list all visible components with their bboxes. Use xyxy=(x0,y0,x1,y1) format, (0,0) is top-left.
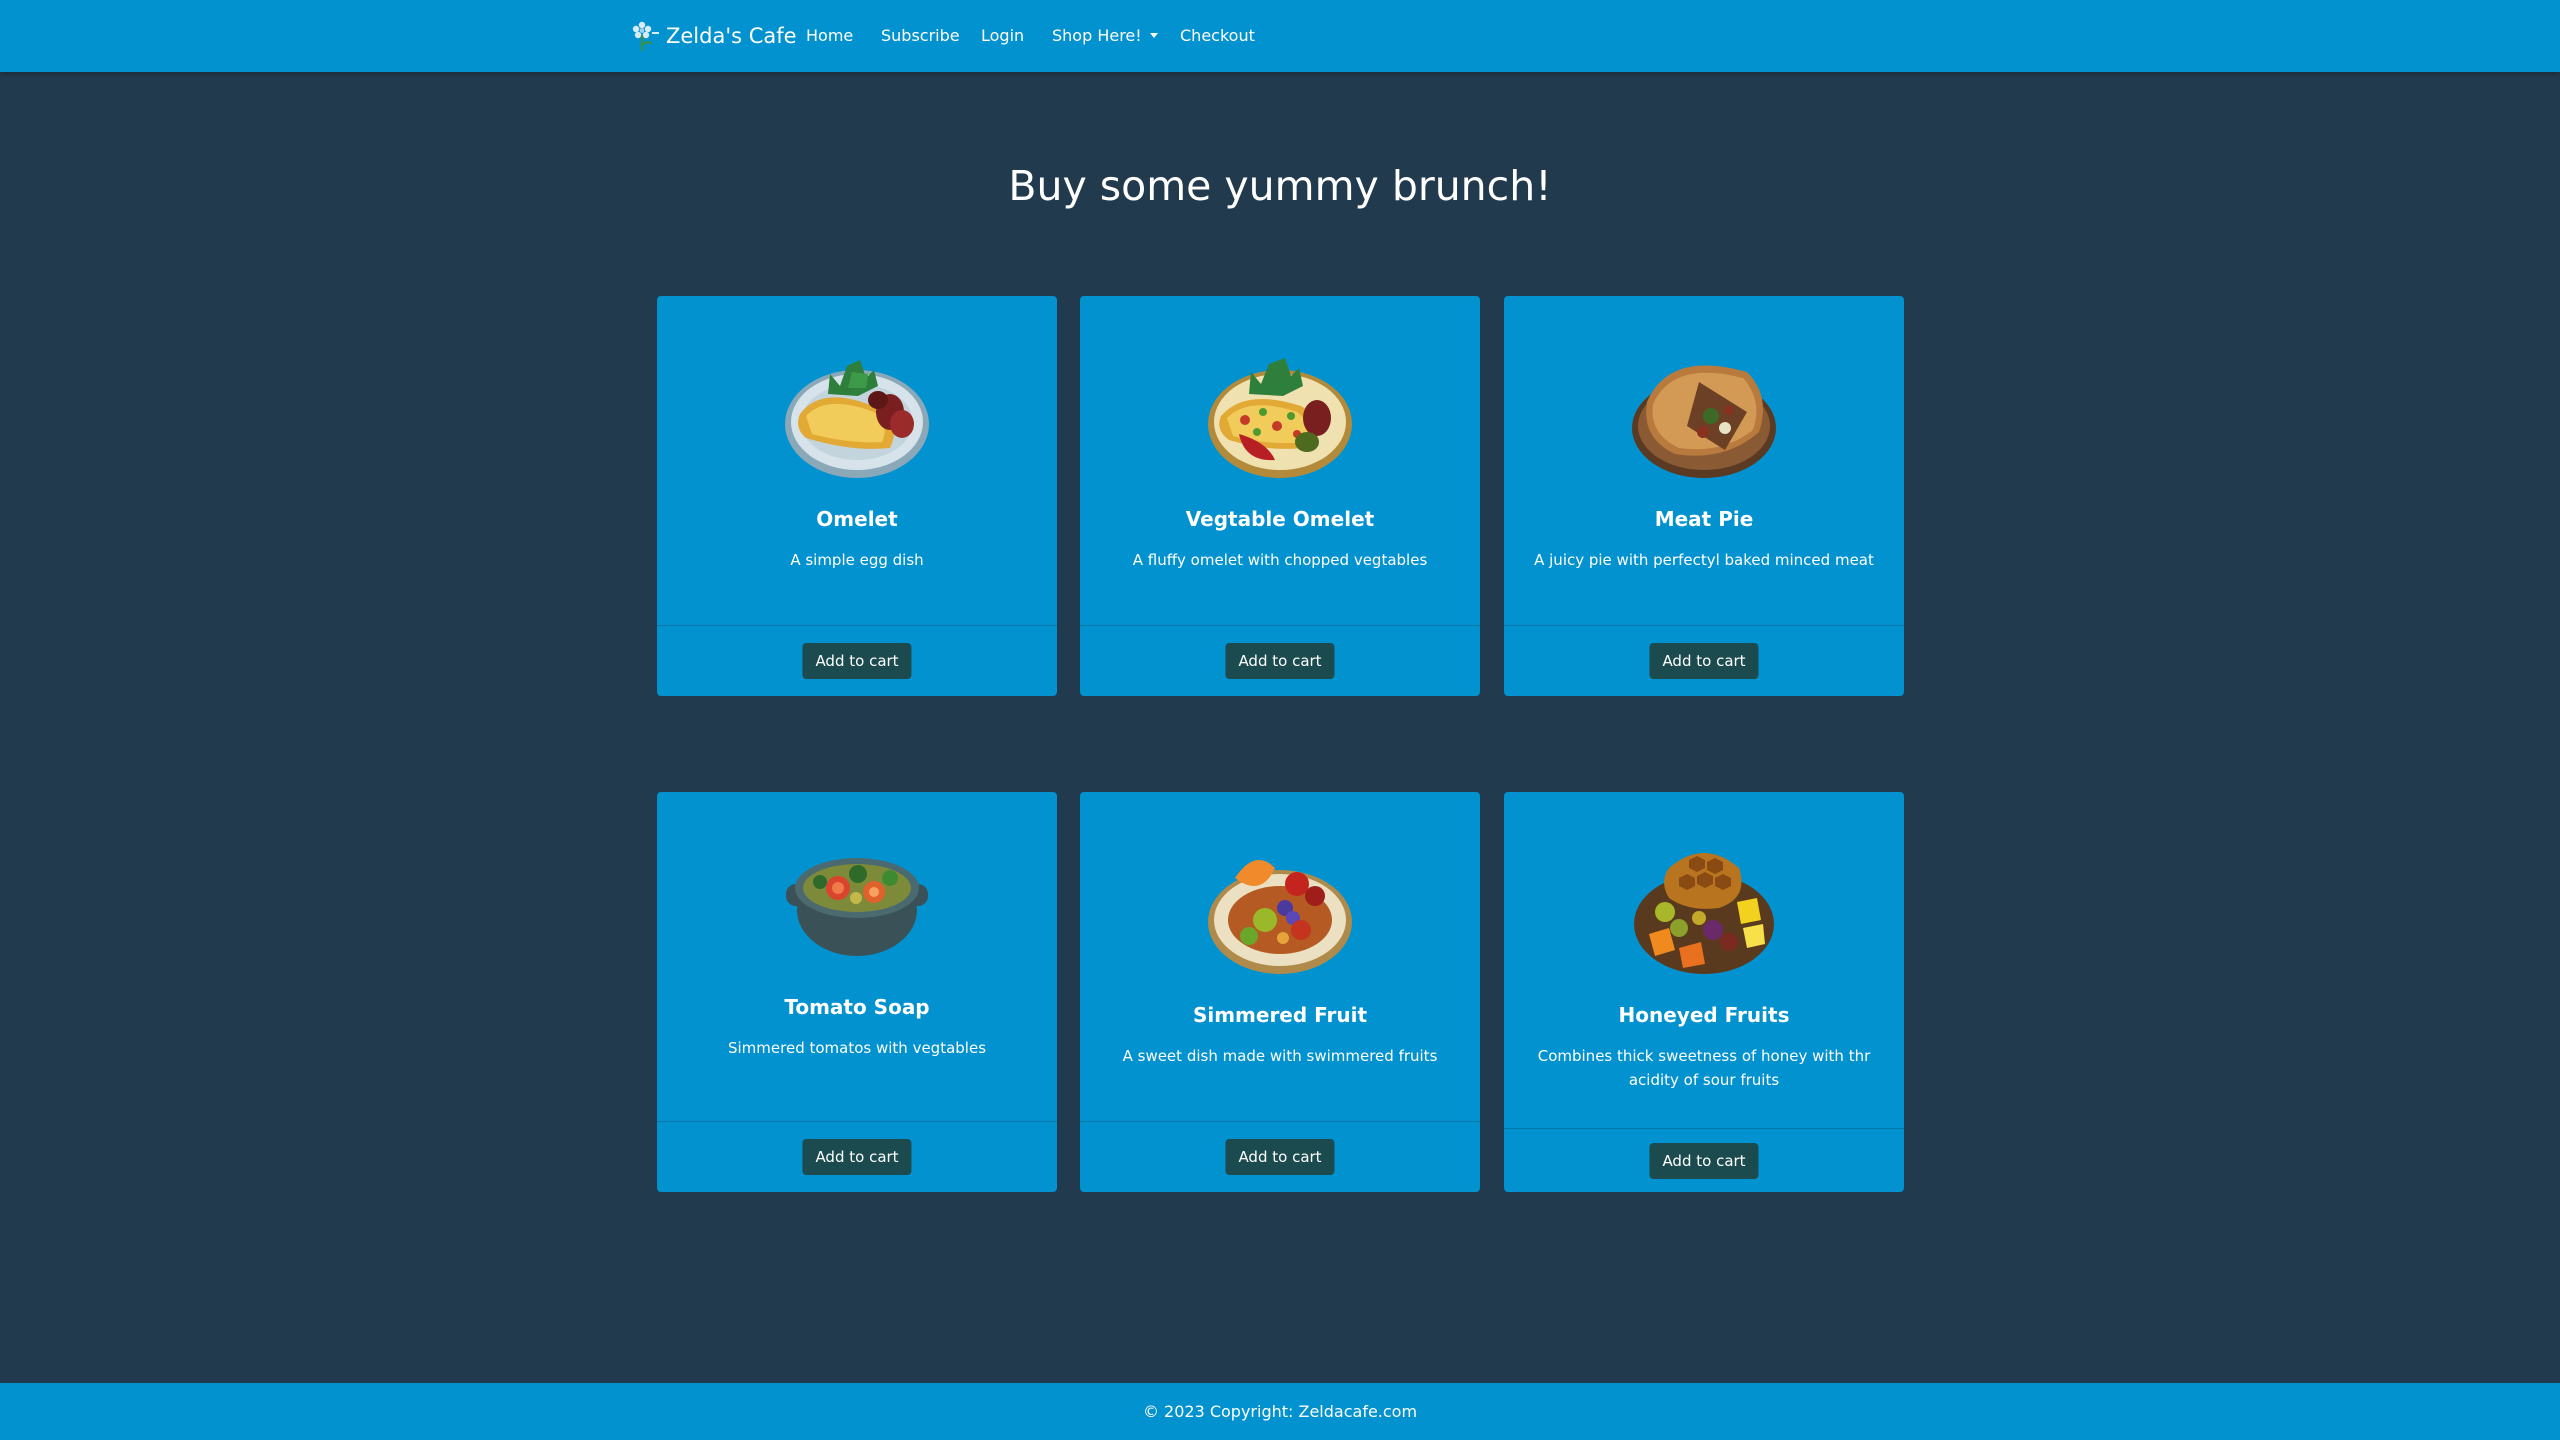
product-card-tomato-soap: Tomato Soap Simmered tomatos with vegtab… xyxy=(657,792,1057,1192)
product-name: Omelet xyxy=(816,507,898,531)
page-title: Buy some yummy brunch! xyxy=(1008,162,1552,210)
omelet-image xyxy=(785,360,929,478)
add-to-cart-button[interactable]: Add to cart xyxy=(1649,1142,1759,1179)
product-name: Tomato Soap xyxy=(784,995,930,1019)
product-card-omelet: Omelet A simple egg dish Add to cart xyxy=(657,296,1057,696)
add-to-cart-button[interactable]: Add to cart xyxy=(802,643,912,679)
product-card-vegtable-omelet: Vegtable Omelet A fluffy omelet with cho… xyxy=(1080,296,1480,696)
product-name: Honeyed Fruits xyxy=(1618,1003,1790,1027)
product-card-meat-pie: Meat Pie A juicy pie with perfectyl bake… xyxy=(1504,296,1904,696)
product-name: Vegtable Omelet xyxy=(1185,507,1375,531)
product-description: Combines thick sweetness of honey with t… xyxy=(1537,1047,1871,1089)
navbar: Zelda's Cafe Home Subscribe Login Shop H… xyxy=(0,0,2560,72)
card-footer: Add to cart xyxy=(1504,1128,1904,1192)
nav-login[interactable]: Login xyxy=(981,25,1024,47)
simmered-fruit-image xyxy=(1208,860,1352,974)
brand-name: Zelda's Cafe xyxy=(666,24,797,48)
card-footer: Add to cart xyxy=(1080,1121,1480,1192)
vegtable-omelet-image xyxy=(1208,358,1352,478)
product-description: A simple egg dish xyxy=(790,551,924,569)
product-description: A juicy pie with perfectyl baked minced … xyxy=(1534,551,1874,569)
flower-logo-icon xyxy=(632,21,659,51)
product-name: Simmered Fruit xyxy=(1192,1003,1368,1027)
product-description: Simmered tomatos with vegtables xyxy=(727,1039,987,1057)
meat-pie-image xyxy=(1632,365,1776,478)
add-to-cart-button[interactable]: Add to cart xyxy=(1649,643,1759,679)
caret-down-icon xyxy=(1149,33,1158,38)
brand-link[interactable]: Zelda's Cafe xyxy=(630,18,797,54)
card-footer: Add to cart xyxy=(1080,625,1480,696)
product-description: A fluffy omelet with chopped vegtables xyxy=(1132,551,1428,569)
product-card-simmered-fruit: Simmered Fruit A sweet dish made with sw… xyxy=(1080,792,1480,1192)
add-to-cart-button[interactable]: Add to cart xyxy=(1225,1139,1335,1175)
product-description: A sweet dish made with swimmered fruits xyxy=(1122,1047,1438,1065)
tomato-soap-image xyxy=(786,858,928,956)
nav-checkout[interactable]: Checkout xyxy=(1180,25,1255,47)
card-footer: Add to cart xyxy=(657,1121,1057,1192)
copyright-text: © 2023 Copyright: Zeldacafe.com xyxy=(1142,1402,1418,1421)
nav-home[interactable]: Home xyxy=(806,25,853,47)
card-footer: Add to cart xyxy=(1504,625,1904,696)
product-name: Meat Pie xyxy=(1654,507,1754,531)
add-to-cart-button[interactable]: Add to cart xyxy=(1225,643,1335,679)
card-footer: Add to cart xyxy=(657,625,1057,696)
nav-shop-dropdown[interactable]: Shop Here! xyxy=(1052,25,1158,47)
honeyed-fruits-image xyxy=(1634,853,1774,974)
product-card-honeyed-fruits: Honeyed Fruits Combines thick sweetness … xyxy=(1504,792,1904,1192)
page-footer: © 2023 Copyright: Zeldacafe.com xyxy=(0,1383,2560,1440)
nav-subscribe[interactable]: Subscribe xyxy=(881,25,960,47)
nav-shop-label: Shop Here! xyxy=(1052,26,1142,45)
add-to-cart-button[interactable]: Add to cart xyxy=(802,1139,912,1175)
